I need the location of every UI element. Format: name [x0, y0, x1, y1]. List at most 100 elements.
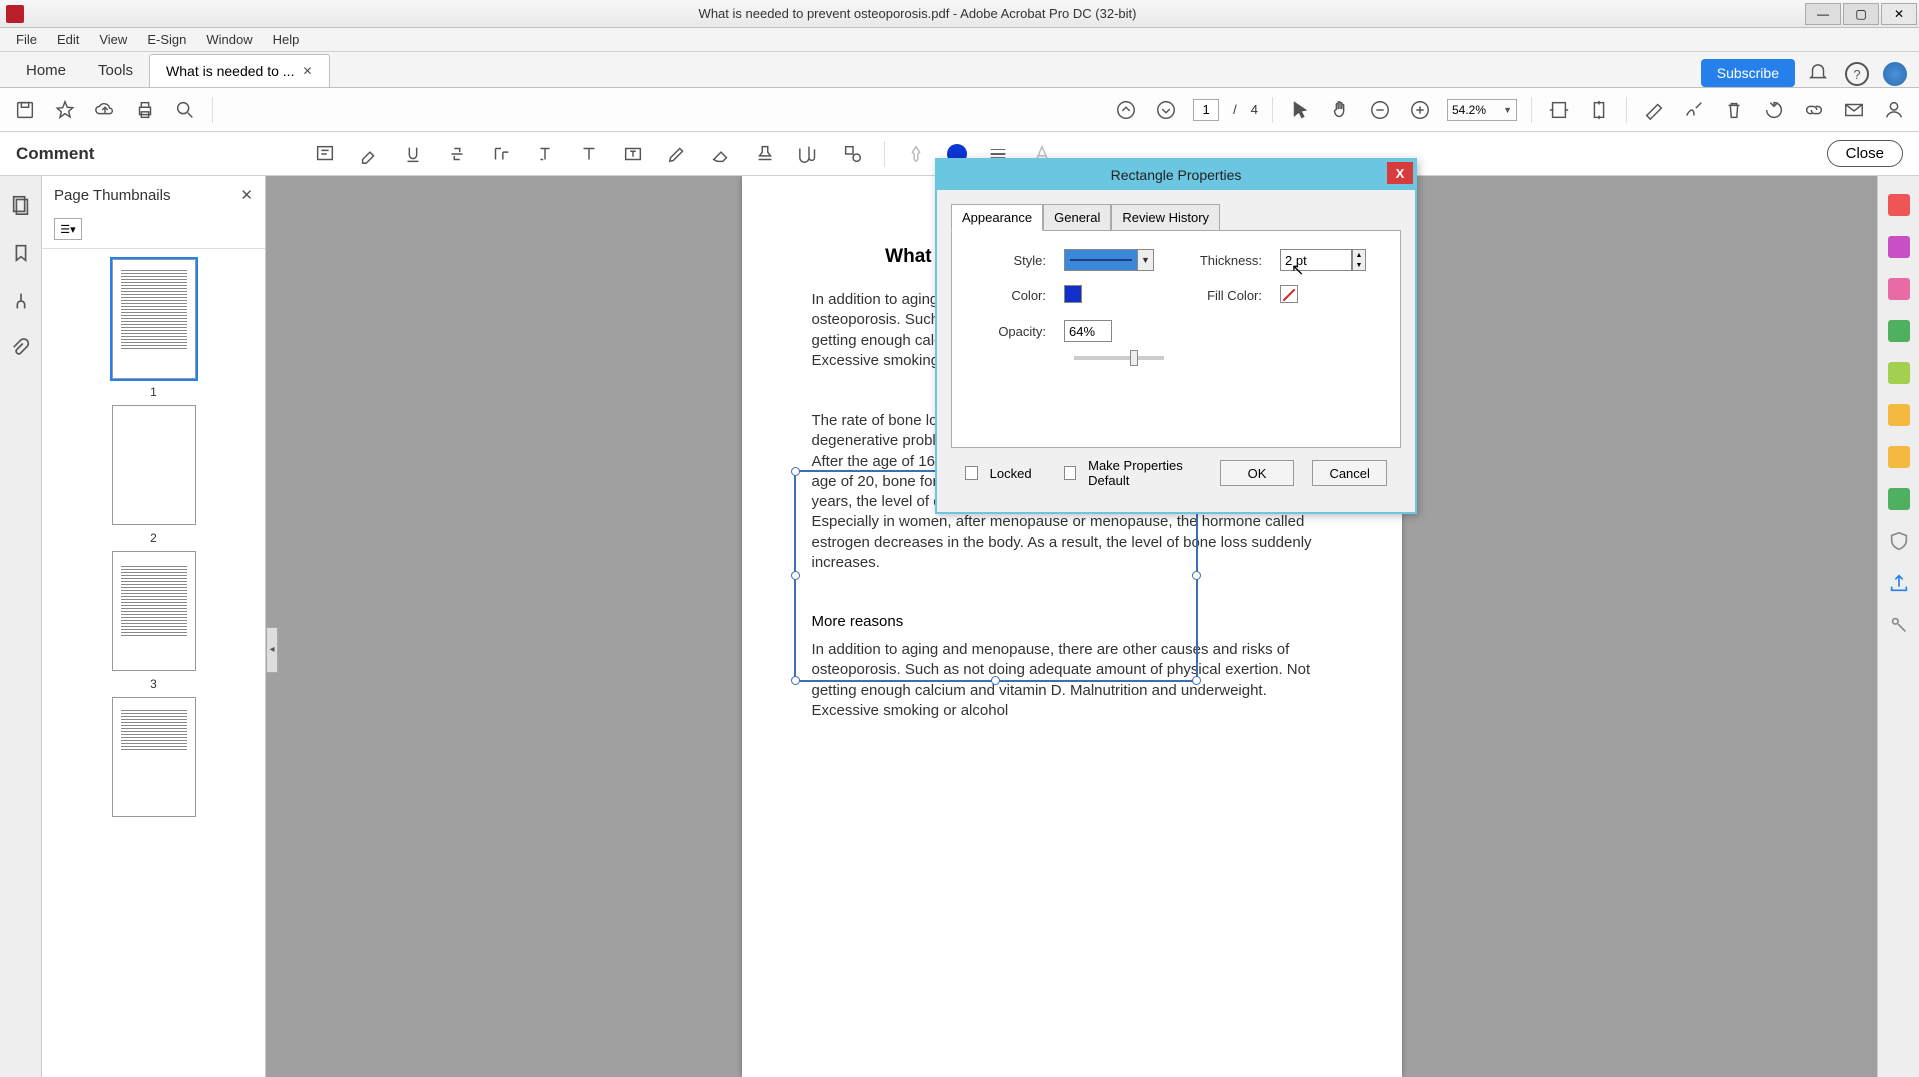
- doc-tab-close-icon[interactable]: ✕: [302, 64, 312, 78]
- menu-esign[interactable]: E-Sign: [137, 30, 196, 49]
- opacity-slider[interactable]: [1074, 356, 1164, 360]
- thumbnail-options-button[interactable]: ☰▾: [54, 218, 82, 240]
- zoom-in-icon[interactable]: [1407, 97, 1433, 123]
- fill-color-swatch[interactable]: [1280, 285, 1298, 303]
- thumbnail-close-icon[interactable]: ✕: [240, 186, 253, 204]
- comment-icon[interactable]: [1888, 404, 1910, 426]
- thumb-page-2[interactable]: [112, 405, 196, 525]
- style-combo[interactable]: ▼: [1064, 249, 1154, 271]
- attachment-rail-icon[interactable]: [10, 338, 32, 360]
- opacity-input[interactable]: [1064, 320, 1112, 342]
- print-icon[interactable]: [132, 97, 158, 123]
- sign-icon[interactable]: [1681, 97, 1707, 123]
- create-pdf-icon[interactable]: [1888, 194, 1910, 216]
- cloud-upload-icon[interactable]: [92, 97, 118, 123]
- page-down-icon[interactable]: [1153, 97, 1179, 123]
- text-comment-icon[interactable]: [576, 141, 602, 167]
- link-icon[interactable]: [1801, 97, 1827, 123]
- notifications-icon[interactable]: [1805, 61, 1831, 87]
- handle-mr[interactable]: [1192, 571, 1201, 580]
- replace-text-icon[interactable]: [488, 141, 514, 167]
- delete-icon[interactable]: [1721, 97, 1747, 123]
- profile-icon[interactable]: [1881, 97, 1907, 123]
- ok-button[interactable]: OK: [1220, 460, 1295, 486]
- save-icon[interactable]: [12, 97, 38, 123]
- more-tools-icon[interactable]: [1888, 488, 1910, 510]
- pin-icon[interactable]: [903, 141, 929, 167]
- maximize-button[interactable]: ▢: [1843, 3, 1879, 25]
- underline-icon[interactable]: [400, 141, 426, 167]
- shapes-icon[interactable]: [840, 141, 866, 167]
- handle-bl[interactable]: [791, 676, 800, 685]
- thumbnails-rail-icon[interactable]: [10, 194, 32, 216]
- organize-icon[interactable]: [1888, 362, 1910, 384]
- strikethrough-icon[interactable]: [444, 141, 470, 167]
- handle-tl[interactable]: [791, 467, 800, 476]
- spinner-up-icon[interactable]: ▲: [1353, 250, 1365, 260]
- highlight-icon[interactable]: [1641, 97, 1667, 123]
- menu-file[interactable]: File: [6, 30, 47, 49]
- menu-window[interactable]: Window: [196, 30, 262, 49]
- account-icon[interactable]: [1883, 62, 1907, 86]
- tab-general[interactable]: General: [1043, 204, 1111, 231]
- zoom-out-icon[interactable]: [1367, 97, 1393, 123]
- tab-home[interactable]: Home: [10, 54, 82, 87]
- menu-help[interactable]: Help: [263, 30, 310, 49]
- color-swatch[interactable]: [1064, 285, 1082, 303]
- eraser-icon[interactable]: [708, 141, 734, 167]
- rotate-icon[interactable]: [1761, 97, 1787, 123]
- edit-pdf-icon[interactable]: [1888, 278, 1910, 300]
- search-icon[interactable]: [172, 97, 198, 123]
- email-icon[interactable]: [1841, 97, 1867, 123]
- handle-br[interactable]: [1192, 676, 1201, 685]
- fit-page-icon[interactable]: [1586, 97, 1612, 123]
- bookmark-rail-icon[interactable]: [10, 242, 32, 264]
- hand-icon[interactable]: [1327, 97, 1353, 123]
- insert-text-icon[interactable]: [532, 141, 558, 167]
- doc-tab[interactable]: What is needed to ... ✕: [149, 54, 329, 87]
- page-up-icon[interactable]: [1113, 97, 1139, 123]
- tab-tools[interactable]: Tools: [82, 54, 149, 87]
- spinner-down-icon[interactable]: ▼: [1353, 260, 1365, 270]
- tab-appearance[interactable]: Appearance: [951, 204, 1043, 231]
- dialog-close-button[interactable]: X: [1387, 162, 1413, 184]
- zoom-combo[interactable]: 54.2% ▼: [1447, 99, 1517, 121]
- tab-review-history[interactable]: Review History: [1111, 204, 1220, 231]
- select-arrow-icon[interactable]: [1287, 97, 1313, 123]
- text-box-icon[interactable]: [620, 141, 646, 167]
- branch-rail-icon[interactable]: [10, 290, 32, 312]
- protect-icon[interactable]: [1888, 530, 1910, 552]
- thickness-spinner[interactable]: ▲▼: [1352, 249, 1366, 271]
- star-icon[interactable]: [52, 97, 78, 123]
- close-comment-button[interactable]: Close: [1827, 140, 1903, 167]
- attach-icon[interactable]: [796, 141, 822, 167]
- stamp-icon[interactable]: [752, 141, 778, 167]
- thumb-page-4[interactable]: [112, 697, 196, 817]
- highlight-tool-icon[interactable]: [356, 141, 382, 167]
- fill-sign-icon[interactable]: [1888, 446, 1910, 468]
- collapse-handle[interactable]: ◂: [266, 627, 278, 673]
- handle-bm[interactable]: [991, 676, 1000, 685]
- settings-icon[interactable]: [1888, 614, 1910, 636]
- menu-view[interactable]: View: [89, 30, 137, 49]
- locked-checkbox[interactable]: [965, 466, 978, 480]
- window-close-button[interactable]: ✕: [1881, 3, 1917, 25]
- thickness-input[interactable]: [1280, 249, 1352, 271]
- handle-ml[interactable]: [791, 571, 800, 580]
- slider-thumb[interactable]: [1130, 350, 1138, 366]
- dialog-title-bar[interactable]: Rectangle Properties X: [937, 160, 1415, 190]
- subscribe-button[interactable]: Subscribe: [1701, 59, 1795, 87]
- thumb-page-3[interactable]: [112, 551, 196, 671]
- combine-icon[interactable]: [1888, 236, 1910, 258]
- help-icon[interactable]: ?: [1845, 62, 1869, 86]
- sticky-note-icon[interactable]: [312, 141, 338, 167]
- share-icon[interactable]: [1888, 572, 1910, 594]
- export-icon[interactable]: [1888, 320, 1910, 342]
- thumb-page-1[interactable]: [112, 259, 196, 379]
- page-number-input[interactable]: [1193, 99, 1219, 121]
- thumbnail-list[interactable]: 1 2 3: [42, 249, 265, 1077]
- cancel-button[interactable]: Cancel: [1312, 460, 1387, 486]
- menu-edit[interactable]: Edit: [47, 30, 89, 49]
- minimize-button[interactable]: —: [1805, 3, 1841, 25]
- pencil-icon[interactable]: [664, 141, 690, 167]
